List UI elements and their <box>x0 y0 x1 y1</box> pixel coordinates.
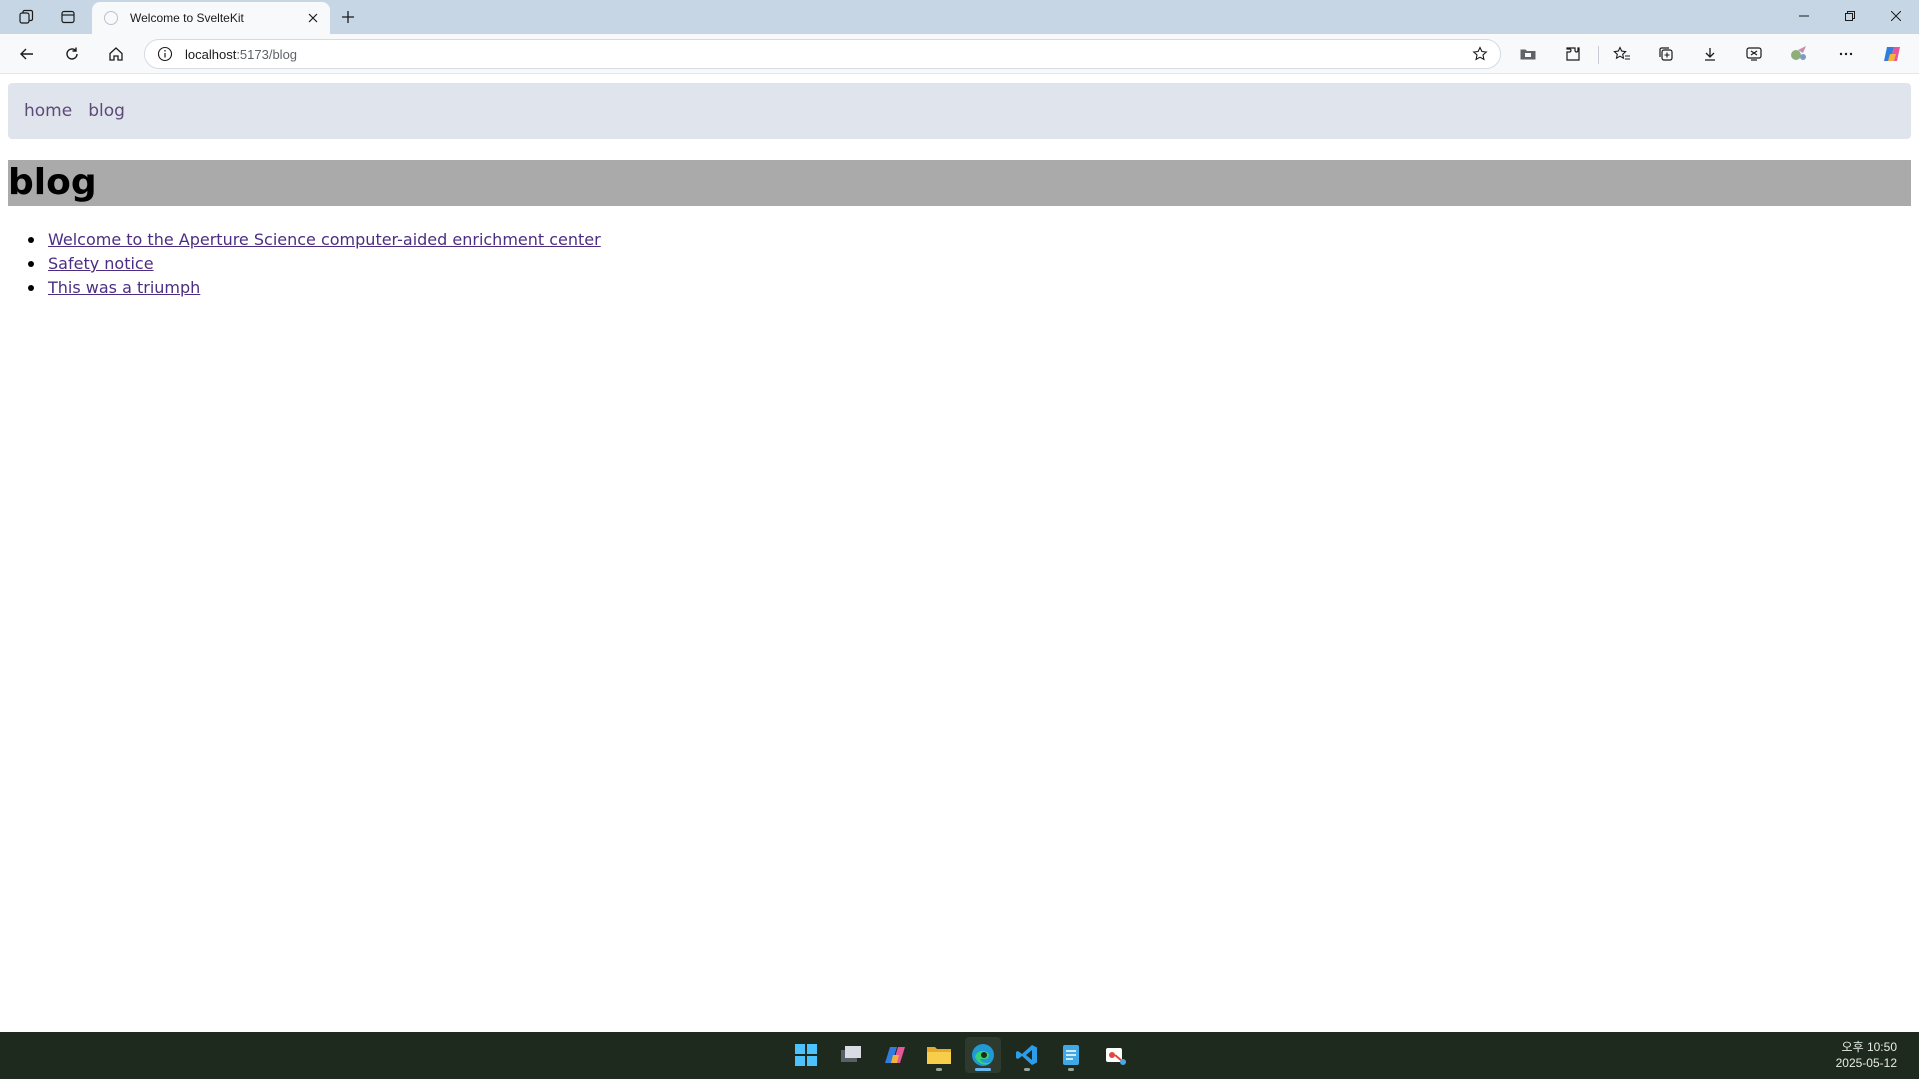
page-title: blog <box>8 160 1911 206</box>
running-indicator <box>936 1068 942 1071</box>
collections-icon[interactable] <box>1650 38 1682 70</box>
extensions-icon[interactable] <box>1557 38 1589 70</box>
running-indicator <box>1068 1068 1074 1071</box>
windows-start-icon[interactable] <box>788 1037 824 1073</box>
copilot-sidebar-icon[interactable] <box>1876 38 1908 70</box>
windows-taskbar: 오후 10:50 2025-05-12 <box>0 1032 1919 1079</box>
site-nav: home blog <box>8 83 1911 139</box>
profile-avatar-icon[interactable] <box>1783 38 1815 70</box>
minimize-icon[interactable] <box>1781 0 1827 32</box>
address-bar[interactable]: localhost:5173/blog <box>144 39 1501 69</box>
post-link[interactable]: Safety notice <box>48 254 154 273</box>
post-link[interactable]: Welcome to the Aperture Science computer… <box>48 230 601 249</box>
blog-post-list: Welcome to the Aperture Science computer… <box>8 228 601 300</box>
vscode-icon[interactable] <box>1009 1037 1045 1073</box>
url-text[interactable]: localhost:5173/blog <box>185 47 1460 62</box>
collections-folder-icon[interactable] <box>1512 38 1544 70</box>
active-indicator <box>975 1068 991 1071</box>
url-path: :5173/blog <box>236 46 298 62</box>
system-clock[interactable]: 오후 10:50 2025-05-12 <box>1836 1039 1897 1071</box>
refresh-icon[interactable] <box>56 38 88 70</box>
site-info-icon[interactable] <box>145 46 185 62</box>
browser-toolbar: localhost:5173/blog <box>0 34 1919 74</box>
snipping-tool-icon[interactable] <box>1097 1037 1133 1073</box>
more-options-icon[interactable] <box>1830 38 1862 70</box>
favorites-icon[interactable] <box>1606 38 1638 70</box>
restore-icon[interactable] <box>1827 0 1873 32</box>
tab-title: Welcome to SvelteKit <box>130 11 244 25</box>
post-link[interactable]: This was a triumph <box>48 278 200 297</box>
workspaces-icon[interactable] <box>10 5 42 29</box>
close-tab-icon[interactable] <box>304 9 322 27</box>
list-item: Safety notice <box>8 252 601 276</box>
clock-time: 오후 10:50 <box>1841 1040 1897 1054</box>
copilot-icon[interactable] <box>877 1037 913 1073</box>
nav-link-blog[interactable]: blog <box>88 101 125 121</box>
file-explorer-icon[interactable] <box>921 1037 957 1073</box>
favorite-star-icon[interactable] <box>1460 46 1500 62</box>
notepad-icon[interactable] <box>1053 1037 1089 1073</box>
nav-link-home[interactable]: home <box>24 101 72 121</box>
list-item: This was a triumph <box>8 276 601 300</box>
tab-sveltekit[interactable]: Welcome to SvelteKit <box>92 2 330 34</box>
browser-tab-bar: Welcome to SvelteKit <box>0 0 1919 34</box>
edge-icon[interactable] <box>965 1037 1001 1073</box>
plus-icon <box>342 11 354 23</box>
downloads-icon[interactable] <box>1694 38 1726 70</box>
page-favicon-icon <box>104 11 118 25</box>
back-icon[interactable] <box>11 38 43 70</box>
url-host: localhost <box>185 46 237 62</box>
page-viewport: home blog blog Welcome to the Aperture S… <box>0 75 1919 1032</box>
screenshot-icon[interactable] <box>1738 38 1770 70</box>
vertical-tabs-icon[interactable] <box>52 5 84 29</box>
task-view-icon[interactable] <box>833 1037 869 1073</box>
close-window-icon[interactable] <box>1873 0 1919 32</box>
new-tab-button[interactable] <box>332 4 364 30</box>
running-indicator <box>1024 1068 1030 1071</box>
toolbar-separator <box>1598 46 1599 64</box>
home-icon[interactable] <box>100 38 132 70</box>
list-item: Welcome to the Aperture Science computer… <box>8 228 601 252</box>
clock-date: 2025-05-12 <box>1835 1056 1897 1070</box>
